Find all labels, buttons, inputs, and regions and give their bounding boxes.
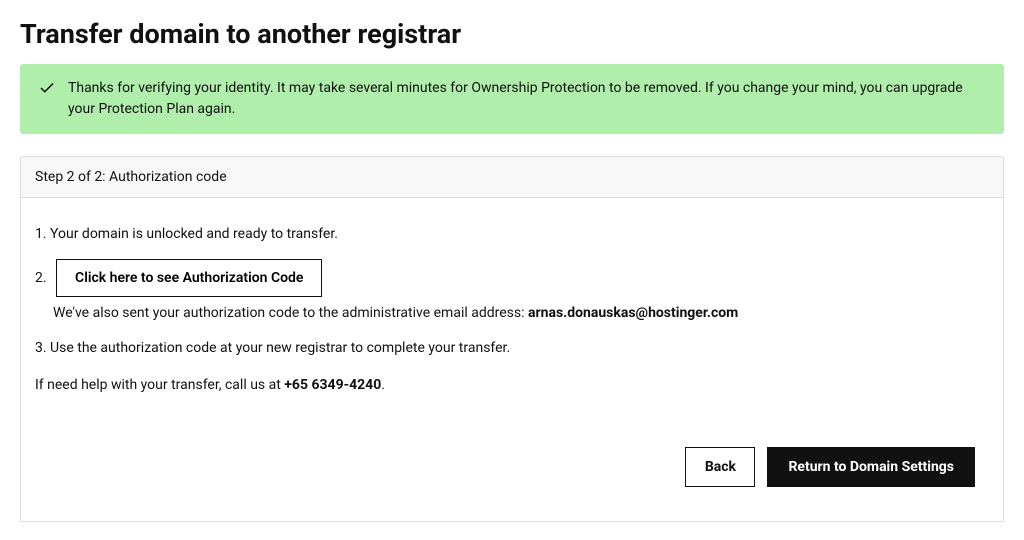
panel-header: Step 2 of 2: Authorization code — [21, 157, 1003, 198]
help-prefix: If need help with your transfer, call us… — [35, 377, 284, 393]
show-auth-code-button[interactable]: Click here to see Authorization Code — [56, 259, 322, 297]
step-3-text: Use the authorization code at your new r… — [50, 340, 510, 356]
return-to-domain-settings-button[interactable]: Return to Domain Settings — [767, 447, 975, 487]
step-1-number: 1. — [35, 224, 47, 245]
step-1: 1. Your domain is unlocked and ready to … — [35, 224, 989, 245]
step-1-text: Your domain is unlocked and ready to tra… — [50, 226, 338, 242]
panel-footer: Back Return to Domain Settings — [35, 433, 989, 501]
step-2-number: 2. — [35, 268, 47, 289]
back-button[interactable]: Back — [685, 447, 755, 487]
step-2: 2. Click here to see Authorization Code … — [35, 259, 989, 324]
success-alert: Thanks for verifying your identity. It m… — [20, 64, 1004, 134]
help-text: If need help with your transfer, call us… — [35, 377, 989, 393]
step-2-subtext: We've also sent your authorization code … — [53, 303, 989, 324]
admin-email: arnas.donauskas@hostinger.com — [528, 305, 738, 321]
alert-text: Thanks for verifying your identity. It m… — [68, 78, 986, 120]
help-phone: +65 6349-4240 — [284, 377, 381, 393]
step-3-number: 3. — [35, 338, 47, 359]
help-suffix: . — [381, 377, 385, 393]
step-3: 3. Use the authorization code at your ne… — [35, 338, 989, 359]
panel-body: 1. Your domain is unlocked and ready to … — [21, 198, 1003, 521]
step-2-sub-prefix: We've also sent your authorization code … — [53, 305, 528, 321]
authorization-panel: Step 2 of 2: Authorization code 1. Your … — [20, 156, 1004, 522]
page-title: Transfer domain to another registrar — [20, 18, 1004, 50]
check-icon — [38, 79, 56, 97]
